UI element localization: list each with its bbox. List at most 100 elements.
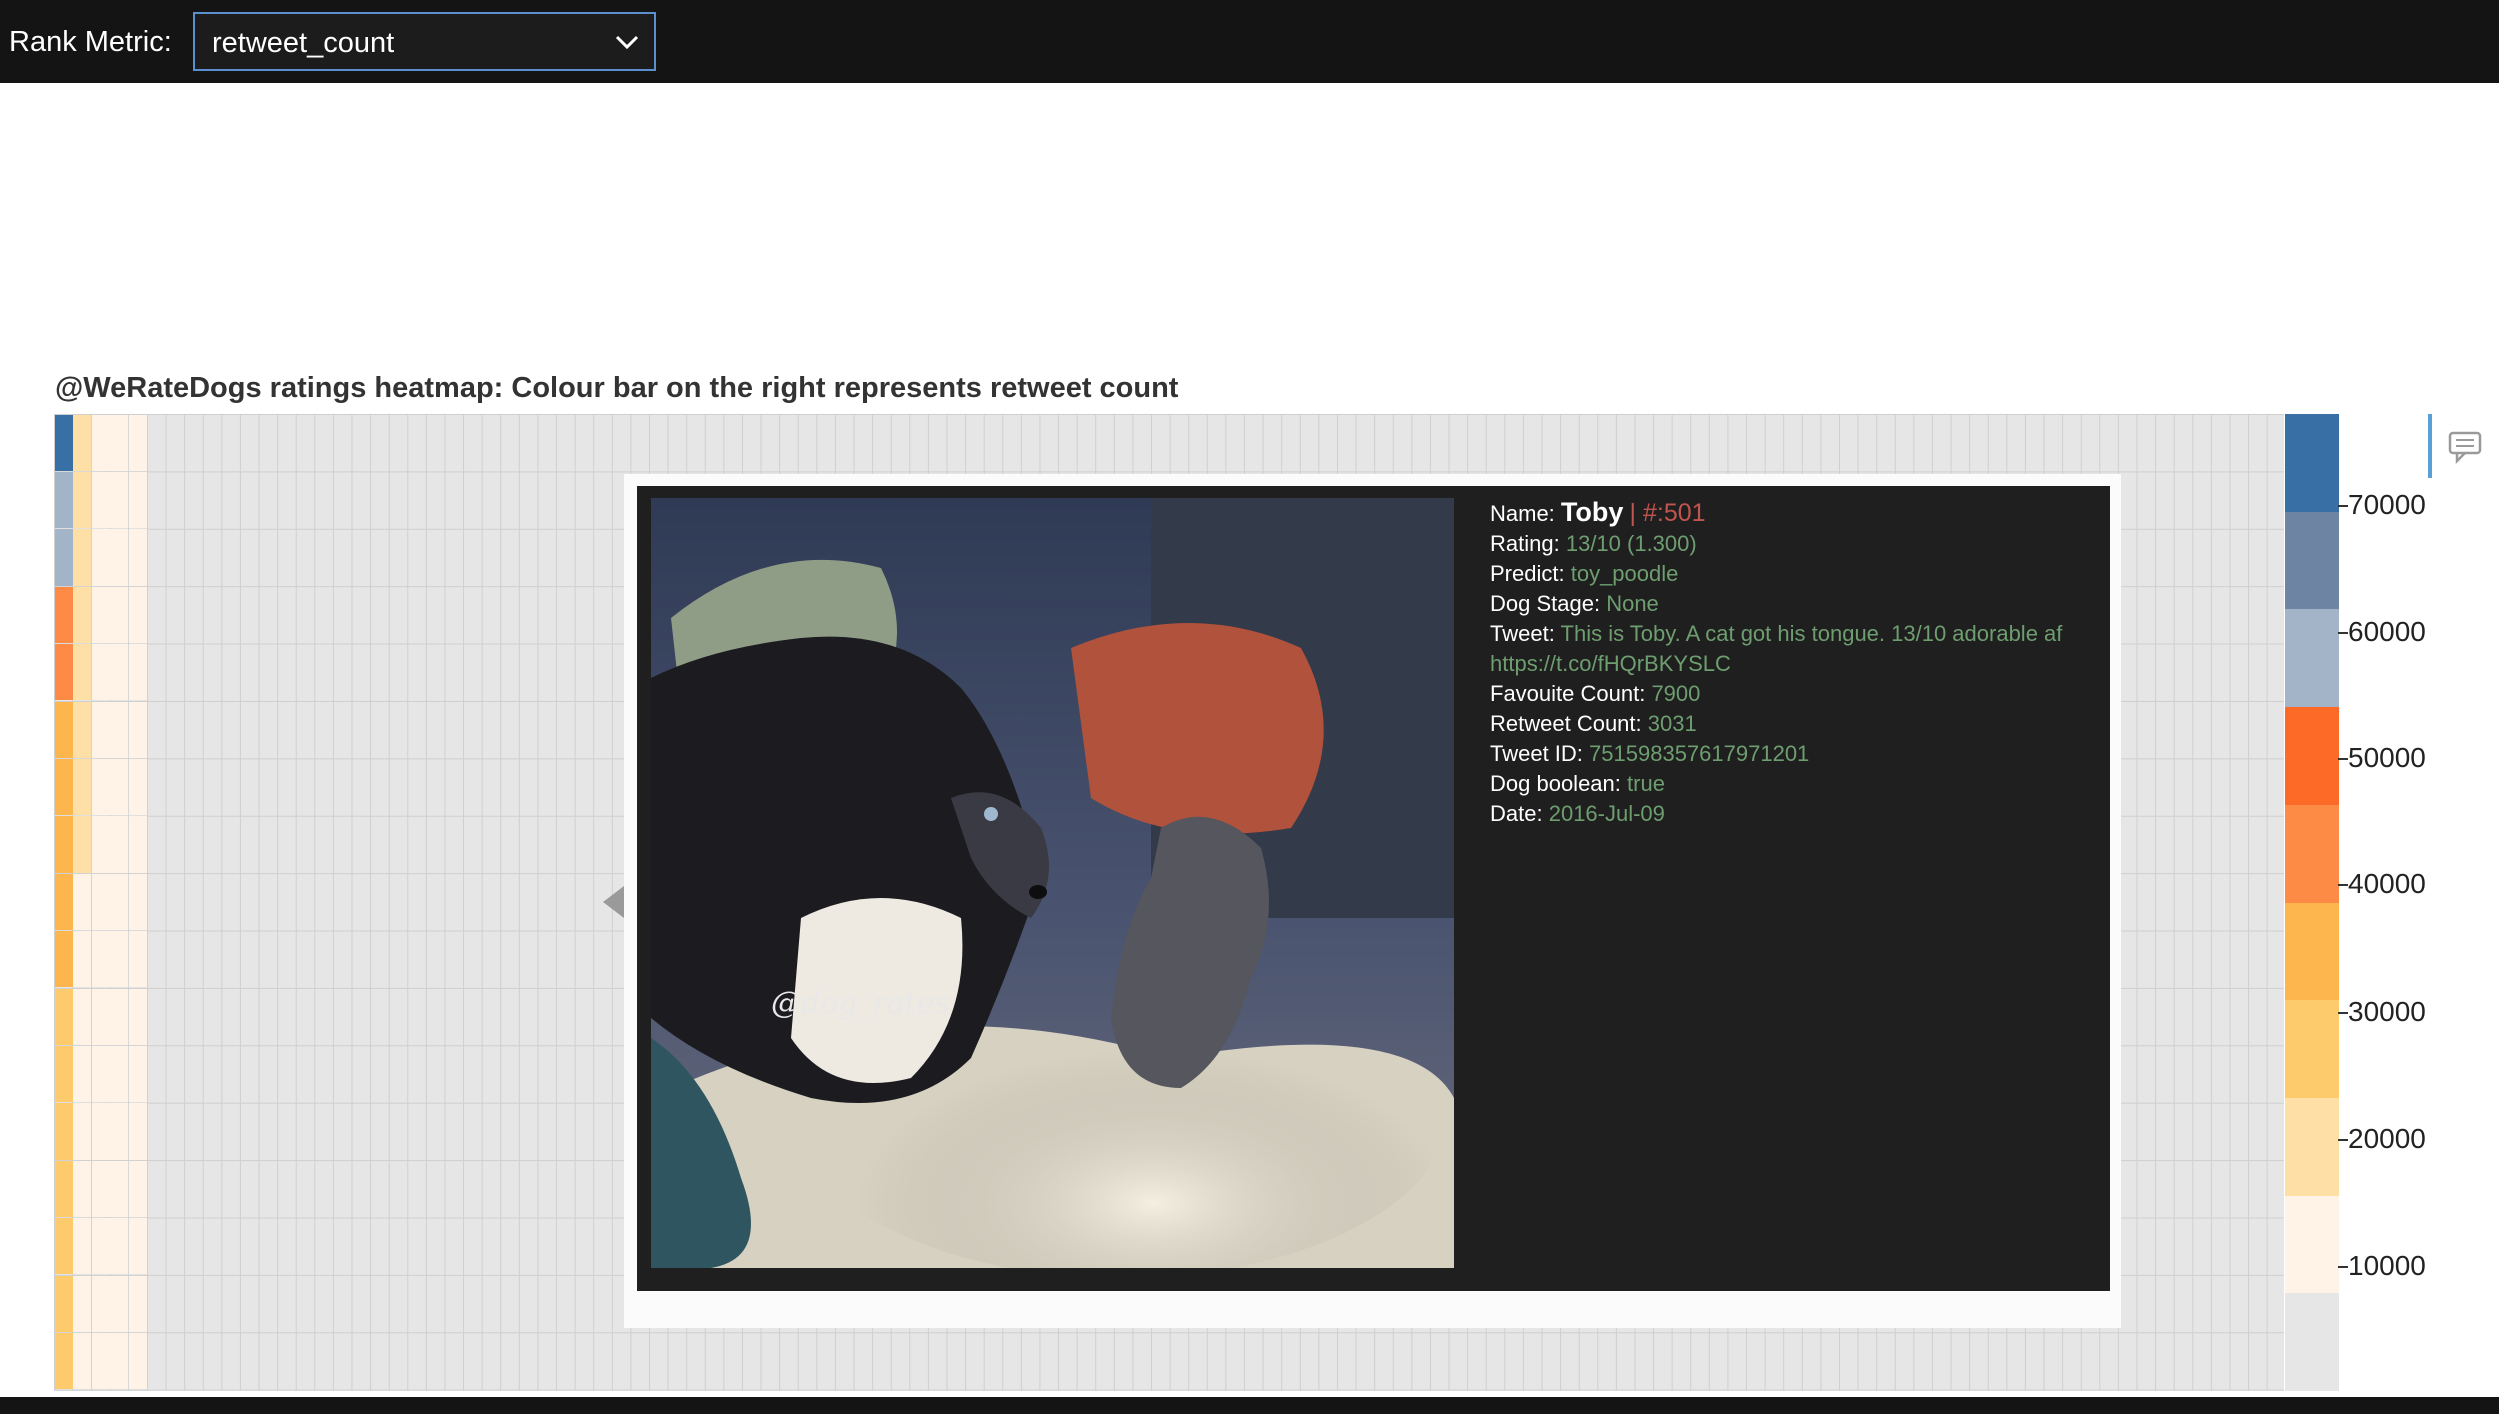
heatmap-cell[interactable]: [110, 931, 129, 988]
heatmap-cell[interactable]: [110, 1103, 129, 1160]
heatmap-cell[interactable]: [128, 414, 147, 471]
heatmap-cell[interactable]: [91, 586, 110, 644]
heatmap-cell[interactable]: [128, 471, 147, 529]
color-bar-tick-label: 70000: [2348, 489, 2426, 520]
heatmap-cell[interactable]: [91, 1218, 110, 1275]
heatmap-cell[interactable]: [73, 701, 92, 758]
heatmap-cell[interactable]: [91, 1332, 110, 1390]
heatmap-cell[interactable]: [110, 471, 129, 529]
heatmap-cell[interactable]: [54, 931, 73, 988]
heatmap-cell[interactable]: [110, 988, 129, 1045]
heatmap-cell[interactable]: [73, 816, 92, 873]
heatmap-cell[interactable]: [128, 1218, 147, 1275]
heatmap-cell[interactable]: [54, 414, 73, 471]
heatmap-cell[interactable]: [110, 529, 129, 586]
heatmap-cell[interactable]: [73, 758, 92, 816]
heatmap-cell[interactable]: [54, 1332, 73, 1390]
heatmap-cell[interactable]: [128, 1045, 147, 1103]
dog-photo: @dog_rates: [651, 498, 1454, 1268]
heatmap-cell[interactable]: [54, 1045, 73, 1103]
heatmap-cell[interactable]: [128, 1332, 147, 1390]
comment-icon[interactable]: [2447, 430, 2483, 464]
heatmap-cell[interactable]: [110, 701, 129, 758]
heatmap-cell[interactable]: [73, 1218, 92, 1275]
heatmap-cell[interactable]: [73, 644, 92, 701]
heatmap-cell[interactable]: [110, 586, 129, 644]
heatmap-cell[interactable]: [91, 931, 110, 988]
heatmap-cell[interactable]: [54, 1103, 73, 1160]
heatmap-cell[interactable]: [54, 758, 73, 816]
heatmap-cell[interactable]: [110, 873, 129, 931]
heatmap-cell[interactable]: [128, 1103, 147, 1160]
heatmap-cell[interactable]: [54, 471, 73, 529]
heatmap-cell[interactable]: [128, 758, 147, 816]
heatmap-cell[interactable]: [54, 701, 73, 758]
heatmap-cell[interactable]: [91, 529, 110, 586]
heatmap-cell[interactable]: [110, 1160, 129, 1218]
heatmap-cell[interactable]: [128, 701, 147, 758]
heatmap-cell[interactable]: [91, 988, 110, 1045]
color-bar-tick: [2338, 758, 2348, 760]
heatmap-cell[interactable]: [128, 816, 147, 873]
heatmap-cell[interactable]: [110, 1218, 129, 1275]
tweet-text: This is Toby. A cat got his tongue. 13/1…: [1490, 621, 2063, 676]
heatmap-cell[interactable]: [91, 701, 110, 758]
heatmap-cell[interactable]: [73, 1103, 92, 1160]
heatmap-cell[interactable]: [54, 529, 73, 586]
heatmap-cell[interactable]: [91, 471, 110, 529]
heatmap-cell[interactable]: [128, 931, 147, 988]
dog-predict: toy_poodle: [1570, 561, 1679, 586]
color-bar-tick-label: 10000: [2348, 1250, 2426, 1281]
heatmap-cell[interactable]: [110, 414, 129, 471]
rank-metric-select[interactable]: retweet_count: [193, 12, 656, 71]
heatmap-cell[interactable]: [73, 529, 92, 586]
heatmap-cell[interactable]: [91, 644, 110, 701]
heatmap-cell[interactable]: [110, 644, 129, 701]
heatmap-cell[interactable]: [73, 1275, 92, 1332]
dog-rating: 13/10 (1.300): [1565, 531, 1697, 556]
heatmap-cell[interactable]: [128, 988, 147, 1045]
heatmap-cell[interactable]: [91, 1275, 110, 1332]
heatmap-cell[interactable]: [91, 758, 110, 816]
heatmap-cell[interactable]: [128, 1275, 147, 1332]
heatmap-cell[interactable]: [128, 586, 147, 644]
heatmap-cell[interactable]: [73, 1160, 92, 1218]
heatmap-cell[interactable]: [110, 1275, 129, 1332]
heatmap-cell[interactable]: [110, 758, 129, 816]
heatmap-cell[interactable]: [54, 816, 73, 873]
heatmap-cell[interactable]: [110, 1332, 129, 1390]
heatmap-cell[interactable]: [91, 1045, 110, 1103]
heatmap-cell[interactable]: [54, 1218, 73, 1275]
heatmap-cell[interactable]: [54, 988, 73, 1045]
heatmap-cell[interactable]: [128, 644, 147, 701]
heatmap-cell[interactable]: [73, 471, 92, 529]
heatmap-cell[interactable]: [91, 414, 110, 471]
tweet-id: 751598357617971201: [1589, 741, 1810, 766]
heatmap-cell[interactable]: [91, 1160, 110, 1218]
heatmap-cell[interactable]: [91, 873, 110, 931]
heatmap-cell[interactable]: [91, 816, 110, 873]
heatmap-cell[interactable]: [91, 1103, 110, 1160]
heatmap-cell[interactable]: [54, 586, 73, 644]
heatmap-cell[interactable]: [73, 873, 92, 931]
heatmap-cell[interactable]: [54, 873, 73, 931]
heatmap-cell[interactable]: [54, 644, 73, 701]
heatmap-cell[interactable]: [128, 529, 147, 586]
heatmap-cell[interactable]: [128, 1160, 147, 1218]
heatmap-cell[interactable]: [54, 1160, 73, 1218]
dog-boolean: true: [1627, 771, 1665, 796]
heatmap-cell[interactable]: [110, 816, 129, 873]
chart-title: @WeRateDogs ratings heatmap: Colour bar …: [55, 372, 1179, 404]
color-bar-tick-label: 30000: [2348, 996, 2426, 1027]
heatmap-cell[interactable]: [73, 931, 92, 988]
heatmap-cell[interactable]: [73, 586, 92, 644]
heatmap-cell[interactable]: [73, 988, 92, 1045]
heatmap-cell[interactable]: [110, 1045, 129, 1103]
dog-rank: | #:501: [1629, 499, 1706, 527]
heatmap-cell[interactable]: [128, 873, 147, 931]
heatmap-cell[interactable]: [73, 1332, 92, 1390]
heatmap-cell[interactable]: [73, 414, 92, 471]
heatmap-cell[interactable]: [54, 1275, 73, 1332]
heatmap-cell[interactable]: [73, 1045, 92, 1103]
color-bar-segment: [2285, 1293, 2339, 1392]
